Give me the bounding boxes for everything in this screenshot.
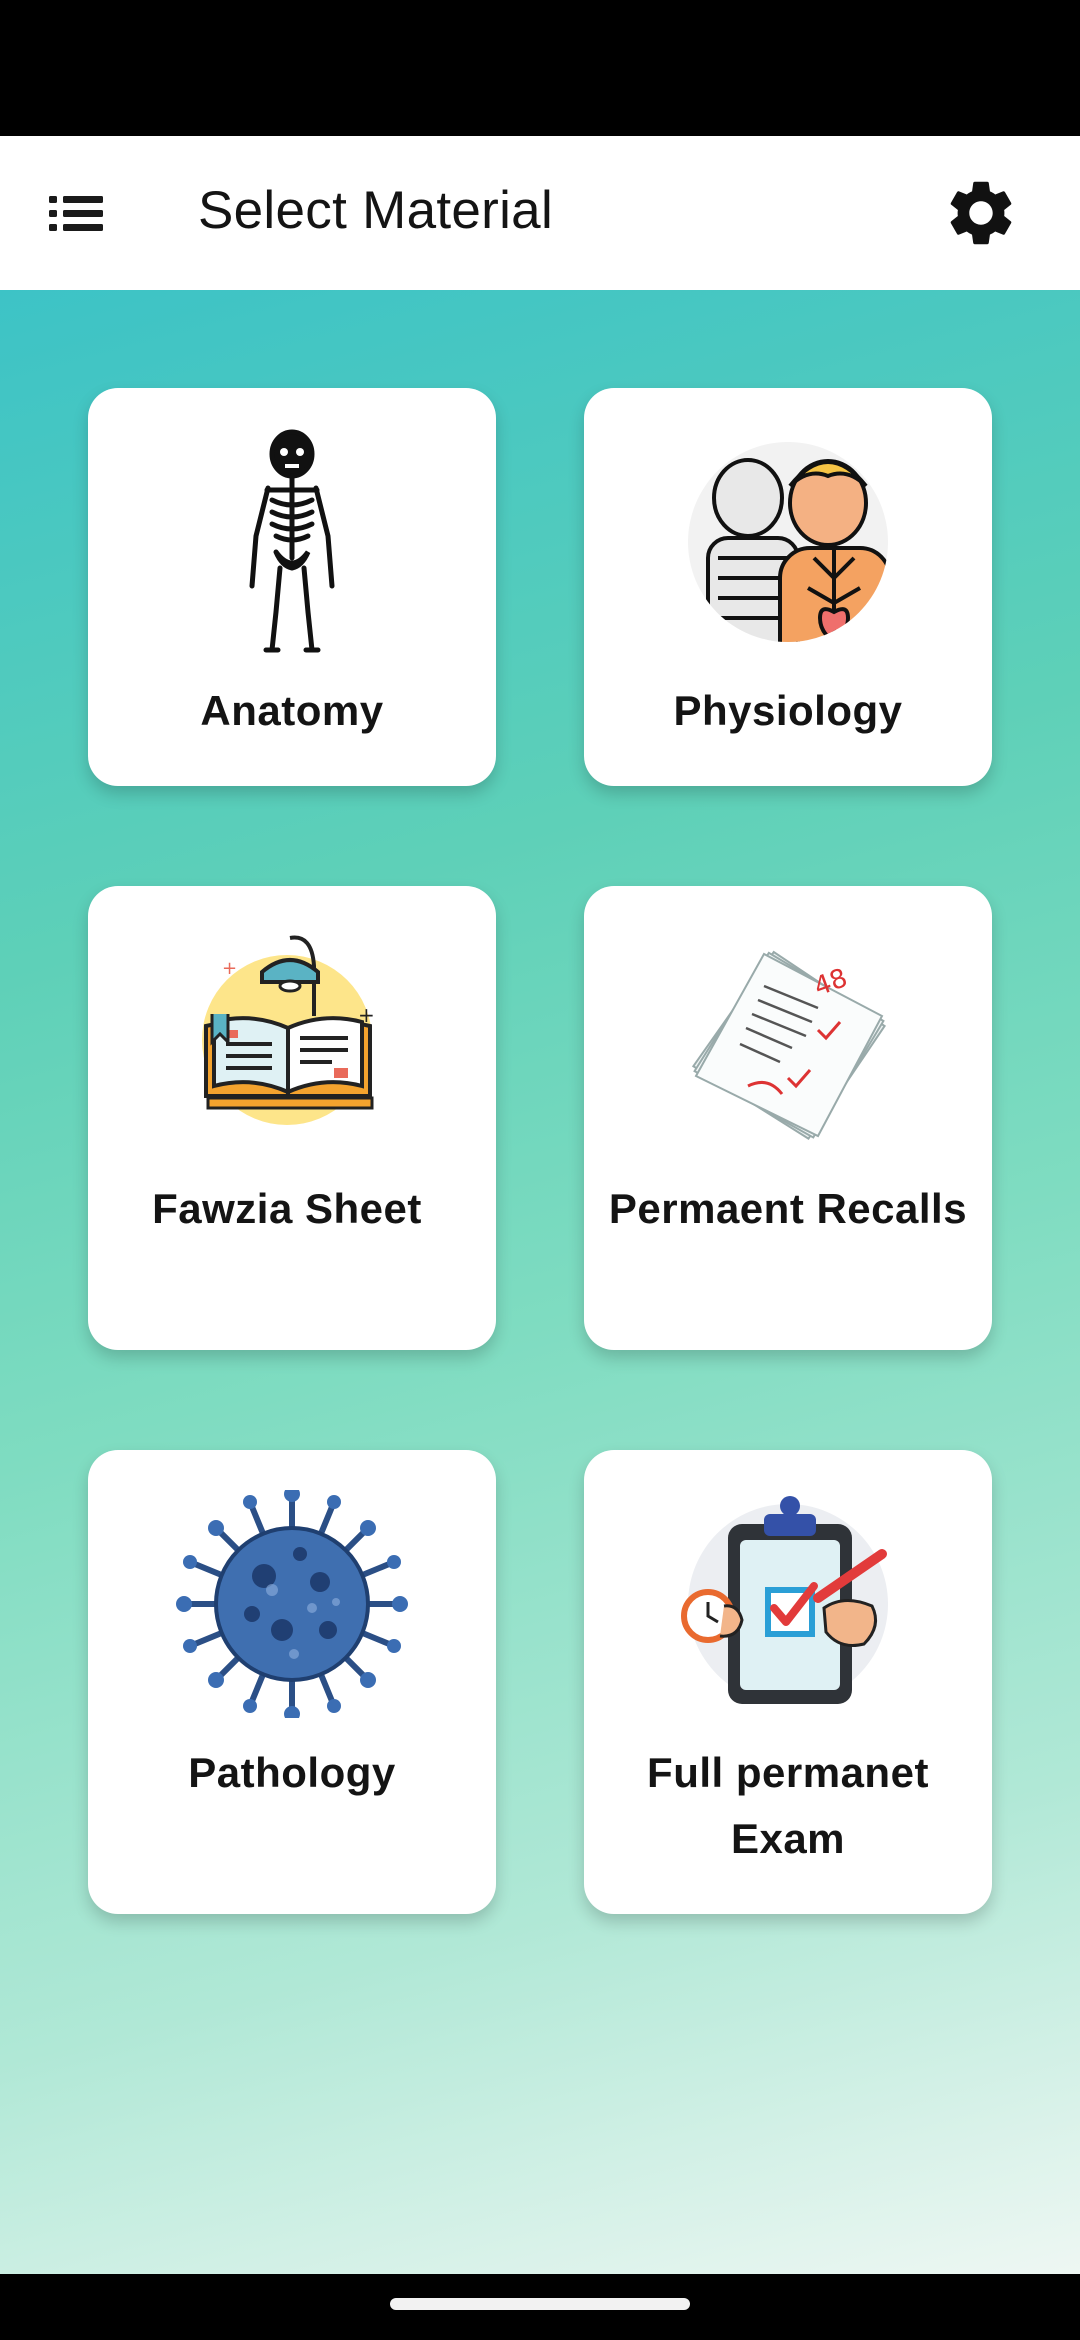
exam-papers-icon: 48: [691, 950, 887, 1141]
material-label: Permaent Recalls: [608, 1185, 968, 1232]
material-card-full-permanet-exam[interactable]: Full permanet Exam: [584, 1450, 992, 1914]
svg-text:+: +: [222, 958, 237, 979]
app-bar: Select Material: [0, 136, 1080, 290]
material-card-fawzia-sheet[interactable]: + + Fawzia Sheet: [88, 886, 496, 1350]
material-label: Physiology: [673, 687, 903, 734]
material-card-physiology[interactable]: Physiology: [584, 388, 992, 786]
material-label: Fawzia Sheet: [152, 1185, 422, 1232]
home-gesture-handle[interactable]: [390, 2298, 690, 2310]
gear-icon: [950, 181, 1012, 245]
material-label: Anatomy: [200, 687, 384, 734]
settings-button[interactable]: [938, 170, 1024, 256]
virus-icon: [176, 1490, 408, 1718]
clipboard-check-icon: [681, 1496, 888, 1704]
page-title: Select Material: [198, 181, 554, 240]
material-label: Pathology: [188, 1749, 396, 1796]
skeleton-icon: [249, 429, 335, 653]
material-card-permaent-recalls[interactable]: 48 Permaent Recalls: [584, 886, 992, 1350]
menu-button[interactable]: [44, 186, 108, 242]
material-grid: Anatomy Physiology + + Fawzia Sheet 48 P…: [0, 290, 1080, 2274]
navigation-bar: [0, 2274, 1080, 2340]
open-book-lamp-icon: + +: [202, 935, 375, 1125]
status-bar: [0, 0, 1080, 136]
material-label: Full permanet Exam: [647, 1749, 929, 1862]
list-menu-icon: [49, 196, 103, 231]
material-card-anatomy[interactable]: Anatomy: [88, 388, 496, 786]
human-body-icon: [688, 442, 888, 642]
material-card-pathology[interactable]: Pathology: [88, 1450, 496, 1914]
